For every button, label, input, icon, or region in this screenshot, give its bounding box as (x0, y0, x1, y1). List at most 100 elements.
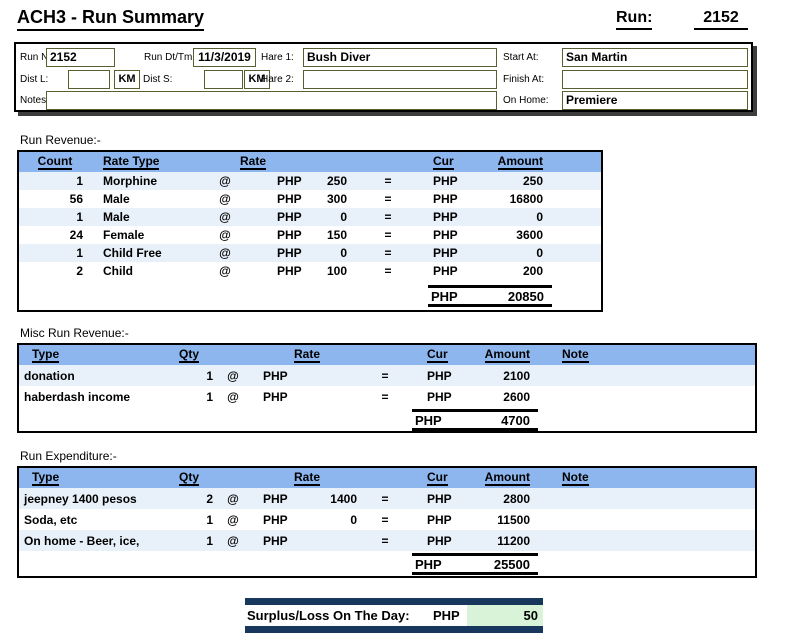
table-row: 1 Morphine @ PHP 250 = PHP 250 (19, 172, 601, 190)
table-row: haberdash income 1 @ PHP = PHP 2600 (19, 386, 755, 407)
notes-field[interactable] (46, 91, 497, 110)
rate-cell: 100 (303, 264, 363, 278)
cur-cell: PHP (399, 369, 454, 383)
dist-s-field[interactable] (204, 70, 243, 89)
total-amount: 4700 (501, 413, 530, 428)
type-header: Type (19, 470, 179, 486)
run-no-field[interactable]: 2152 (46, 48, 115, 67)
count-cell: 2 (19, 264, 91, 278)
amount-header: Amount (465, 154, 557, 170)
amount-cell: 11200 (454, 534, 549, 548)
cur-cell: PHP (399, 492, 454, 506)
page-title: ACH3 - Run Summary (17, 7, 204, 31)
surplus-top-bar (245, 598, 543, 605)
rate-type-cell: Child (91, 264, 203, 278)
start-at-field[interactable]: San Martin (562, 48, 748, 67)
rate-cur-cell: PHP (247, 246, 303, 260)
run-revenue-rows: 1 Morphine @ PHP 250 = PHP 250 56 Male @… (19, 172, 601, 280)
at-symbol: @ (223, 534, 243, 548)
run-revenue-header-row: Count Rate Type Rate Cur Amount (19, 152, 601, 172)
cur-cell: PHP (413, 192, 465, 206)
cur-cell: PHP (399, 513, 454, 527)
amount-cell: 2100 (454, 369, 549, 383)
qty-cell: 1 (179, 369, 223, 383)
hare1-field[interactable]: Bush Diver (303, 48, 497, 67)
dist-l-field[interactable] (68, 70, 110, 89)
amount-cell: 2800 (454, 492, 549, 506)
amount-header: Amount (454, 347, 549, 363)
table-row: donation 1 @ PHP = PHP 2100 (19, 365, 755, 386)
equals-symbol: = (371, 513, 399, 527)
cur-header: Cur (399, 347, 454, 363)
rate-cell: 150 (303, 228, 363, 242)
surplus-bottom-bar (245, 626, 543, 633)
amount-cell: 3600 (465, 228, 557, 242)
qty-cell: 2 (179, 492, 223, 506)
rate-cur-cell: PHP (247, 228, 303, 242)
rate-cur-cell: PHP (243, 534, 303, 548)
on-home-field[interactable]: Premiere (562, 91, 748, 110)
hare2-field[interactable] (303, 70, 497, 89)
misc-revenue-header-row: Type Qty Rate Cur Amount Note (19, 345, 755, 365)
misc-revenue-total: PHP 4700 (412, 409, 538, 431)
cur-cell: PHP (399, 534, 454, 548)
run-dt-label: Run Dt/Tm: (144, 52, 195, 63)
total-amount: 20850 (508, 289, 544, 304)
count-cell: 1 (19, 246, 91, 260)
run-dt-field[interactable]: 11/3/2019 (193, 48, 256, 67)
run-summary-page: ACH3 - Run Summary Run: 2152 Run No: 215… (0, 0, 790, 641)
at-symbol: @ (203, 174, 247, 188)
rate-type-cell: Morphine (91, 174, 203, 188)
rate-header: Rate (243, 347, 371, 363)
total-cur: PHP (431, 289, 458, 304)
table-row: jeepney 1400 pesos 2 @ PHP 1400 = PHP 28… (19, 488, 755, 509)
type-cell: jeepney 1400 pesos (19, 492, 179, 506)
rate-cur-cell: PHP (247, 192, 303, 206)
count-cell: 24 (19, 228, 91, 242)
at-symbol: @ (223, 390, 243, 404)
at-symbol: @ (203, 192, 247, 206)
at-symbol: @ (203, 246, 247, 260)
cur-cell: PHP (413, 246, 465, 260)
rate-cell: 300 (303, 192, 363, 206)
run-revenue-total: PHP 20850 (428, 285, 552, 307)
run-revenue-table: Count Rate Type Rate Cur Amount 1 Morphi… (17, 150, 603, 312)
rate-cell: 0 (303, 210, 363, 224)
count-cell: 1 (19, 174, 91, 188)
table-row: 24 Female @ PHP 150 = PHP 3600 (19, 226, 601, 244)
amount-header: Amount (454, 470, 549, 486)
total-cur: PHP (415, 557, 442, 572)
equals-symbol: = (363, 192, 413, 206)
equals-symbol: = (363, 210, 413, 224)
cur-cell: PHP (413, 174, 465, 188)
rate-cur-cell: PHP (243, 390, 303, 404)
dist-l-label: Dist L: (20, 74, 48, 85)
table-row: Soda, etc 1 @ PHP 0 = PHP 11500 (19, 509, 755, 530)
rate-cur-cell: PHP (247, 264, 303, 278)
note-header: Note (549, 470, 755, 486)
equals-symbol: = (363, 228, 413, 242)
misc-revenue-section-label: Misc Run Revenue:- (20, 326, 129, 340)
type-cell: donation (19, 369, 179, 383)
run-label: Run: (616, 9, 652, 30)
type-header: Type (19, 347, 179, 363)
finish-at-field[interactable] (562, 70, 748, 89)
total-cur: PHP (415, 413, 442, 428)
equals-symbol: = (371, 369, 399, 383)
expenditure-table: Type Qty Rate Cur Amount Note jeepney 14… (17, 466, 757, 578)
amount-cell: 0 (465, 246, 557, 260)
rate-type-cell: Male (91, 210, 203, 224)
count-header: Count (19, 154, 91, 170)
at-symbol: @ (203, 264, 247, 278)
total-amount: 25500 (494, 557, 530, 572)
qty-cell: 1 (179, 534, 223, 548)
rate-cell: 0 (303, 246, 363, 260)
cur-cell: PHP (413, 228, 465, 242)
qty-header: Qty (179, 347, 223, 363)
at-symbol: @ (223, 492, 243, 506)
note-header: Note (549, 347, 755, 363)
amount-cell: 11500 (454, 513, 549, 527)
notes-label: Notes: (20, 95, 49, 106)
cur-cell: PHP (413, 264, 465, 278)
amount-cell: 2600 (454, 390, 549, 404)
